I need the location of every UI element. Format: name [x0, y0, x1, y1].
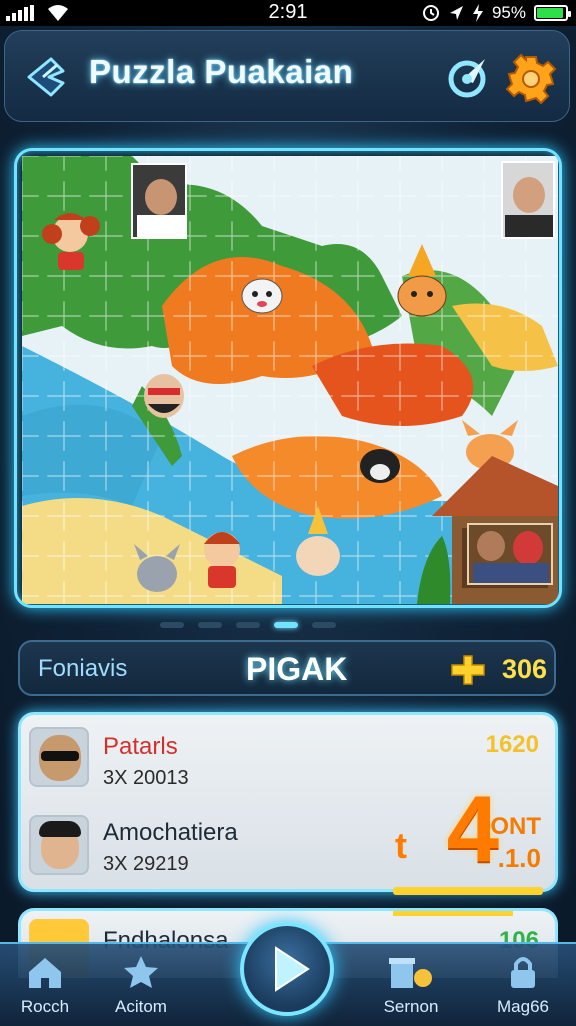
- back-button[interactable]: [23, 53, 71, 101]
- rank-progress-bar: [393, 887, 543, 895]
- hint-button[interactable]: [445, 53, 493, 101]
- status-bar: 2:91 95%: [0, 0, 576, 26]
- page-dot[interactable]: [236, 622, 260, 628]
- coin-icon: [451, 655, 485, 685]
- player-name: Patarls: [103, 733, 178, 760]
- nav-item-favorites[interactable]: Acitom: [96, 954, 186, 1017]
- page-indicator: [160, 622, 380, 632]
- nav-label: Rocch: [20, 997, 70, 1016]
- puzzle-board[interactable]: [14, 148, 562, 608]
- coin-count: 306: [502, 654, 548, 684]
- lock-icon: [511, 957, 535, 988]
- page-dot[interactable]: [160, 622, 184, 628]
- page-title: Puzzla Puakaian: [89, 53, 354, 90]
- avatar: [29, 727, 89, 787]
- nav-label: Acitom: [115, 997, 167, 1016]
- rank-suffix: ONT: [490, 813, 541, 840]
- info-label: Foniavis: [38, 655, 128, 682]
- player-photo-house: [467, 523, 553, 585]
- page-dot[interactable]: [312, 622, 336, 628]
- charging-icon: [472, 4, 483, 22]
- character-dog-icon: [241, 278, 283, 314]
- info-bar: Foniavis PIGAK 306: [18, 640, 556, 696]
- alarm-icon: [422, 5, 439, 21]
- nav-item-locked[interactable]: Mag66: [478, 954, 568, 1017]
- nav-item-shop[interactable]: Sernon: [366, 954, 456, 1017]
- character-man-glasses-icon: [144, 374, 184, 418]
- nav-item-home[interactable]: Rocch: [0, 954, 90, 1017]
- battery-percent: 95%: [491, 3, 526, 22]
- shop-icon: [389, 958, 432, 988]
- compass-icon: [448, 59, 486, 98]
- player-photo-top-left: [131, 163, 187, 239]
- settings-button[interactable]: [505, 53, 557, 105]
- rank-prefix: t: [395, 825, 407, 866]
- avatar: [29, 815, 89, 875]
- player-photo-top-right: [501, 161, 555, 239]
- nav-label: Sernon: [383, 997, 439, 1016]
- leaderboard-card[interactable]: Patarls 3X 20013 1620 Amochatiera 3X 292…: [18, 712, 558, 895]
- page-dot-active[interactable]: [274, 622, 298, 628]
- home-icon: [29, 958, 61, 988]
- page-dot[interactable]: [198, 622, 222, 628]
- character-redhead-icon: [204, 532, 240, 588]
- player-name: Amochatiera: [103, 819, 238, 846]
- star-icon: [124, 956, 158, 988]
- play-button[interactable]: [240, 922, 334, 1016]
- play-icon: [275, 946, 310, 992]
- top-bar: Puzzla Puakaian: [4, 30, 570, 122]
- battery-icon: [534, 5, 571, 21]
- top-score: 1620: [485, 731, 539, 758]
- nav-label: Mag66: [497, 997, 549, 1016]
- back-arrow-icon: [27, 57, 65, 97]
- rank-decimal: .1.0: [497, 843, 541, 873]
- player-detail: 3X 29219: [103, 853, 189, 875]
- location-icon: [449, 6, 463, 20]
- gear-icon: [505, 53, 557, 105]
- mode-title: PIGAK: [246, 651, 348, 687]
- player-detail: 3X 20013: [103, 767, 189, 789]
- character-puppy-icon: [360, 449, 400, 483]
- row-accent-bar: [393, 911, 513, 916]
